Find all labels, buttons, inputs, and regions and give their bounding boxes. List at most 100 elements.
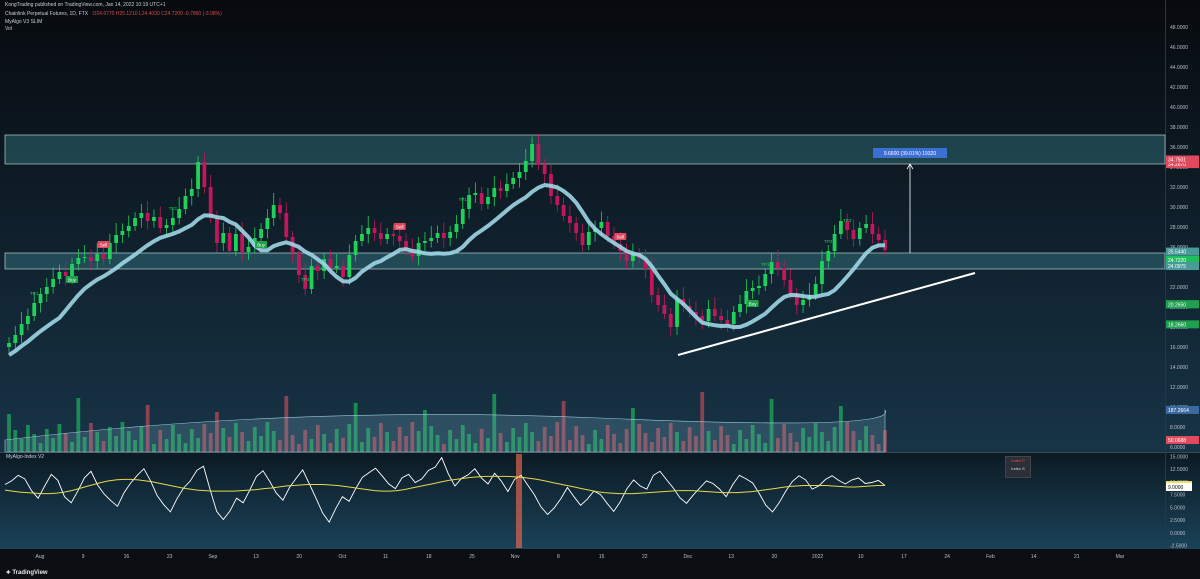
signal-label: Buy xyxy=(749,302,758,307)
candle-body xyxy=(95,254,100,261)
indicator-line-1[interactable]: MyAlgo V3 SLIM xyxy=(5,19,45,25)
time-tick-label: Aug xyxy=(36,554,45,560)
candle-body xyxy=(70,264,74,276)
candle-body xyxy=(227,233,232,251)
price-tick-label: 12.0000 xyxy=(1170,385,1188,391)
price-tick-label: 46.0000 xyxy=(1170,45,1188,51)
candle-body xyxy=(523,161,528,172)
resistance-zone-0 xyxy=(4,134,1166,165)
candle-body xyxy=(391,234,396,236)
candle-body xyxy=(454,224,459,232)
oscillator-title[interactable]: MyAlgo-Index V2 xyxy=(6,454,44,460)
candle-body xyxy=(152,217,156,221)
candle-body xyxy=(189,189,194,196)
candle-body xyxy=(712,309,717,316)
candle-body xyxy=(574,223,579,233)
publisher-text: KongTrading published on TradingView.com… xyxy=(5,2,166,8)
time-tick-label: 18 xyxy=(426,554,432,560)
candle-body xyxy=(675,299,679,327)
candle-body xyxy=(801,300,805,305)
candle-body xyxy=(763,274,768,286)
candle-body xyxy=(738,304,742,312)
symbol-text[interactable]: Chainlink Perpetual Futures, 1D, FTX xyxy=(5,11,88,17)
candle-body xyxy=(586,232,591,245)
signal-label: Sell xyxy=(617,235,625,240)
candle-body xyxy=(725,320,730,324)
candle-body xyxy=(857,228,862,239)
candle-body xyxy=(246,247,251,252)
candle-body xyxy=(511,178,516,184)
time-tick-label: 25 xyxy=(469,554,475,560)
candle-body xyxy=(145,213,150,221)
time-tick-label: Dec xyxy=(684,554,693,560)
candle-body xyxy=(334,266,339,268)
time-tick-label: 8 xyxy=(557,554,560,560)
symbol-line: Chainlink Perpetual Futures, 1D, FTX O24… xyxy=(5,11,225,17)
time-tick-label: Feb xyxy=(986,554,995,560)
candle-body xyxy=(706,309,711,321)
candle-body xyxy=(599,222,604,228)
time-tick-label: 24 xyxy=(944,554,950,560)
candle-body xyxy=(864,224,868,228)
candle-body xyxy=(536,144,541,165)
price-tick-label: 44.0000 xyxy=(1170,65,1188,71)
time-tick-label: 17 xyxy=(901,554,907,560)
price-tick-label: 6.0000 xyxy=(1170,445,1186,451)
take-profit-label: TP1 xyxy=(459,197,468,202)
candle-body xyxy=(259,229,263,238)
take-profit-label: TP2 xyxy=(824,239,833,244)
candle-body xyxy=(360,234,364,241)
candle-body xyxy=(870,224,875,234)
indicator-line-2[interactable]: Vol xyxy=(5,26,15,32)
osc-highlight-bar xyxy=(516,454,522,548)
chart-canvas[interactable]: 9.6600 (39.01%) 19320 Buy Sell Buy Sell Sell B… xyxy=(0,0,1200,579)
time-tick-label: 16 xyxy=(124,554,130,560)
osc-tick-label: 2.5000 xyxy=(1170,518,1186,524)
time-tick-label: 11 xyxy=(383,554,388,560)
time-tick-label: 15 xyxy=(599,554,605,560)
candle-body xyxy=(750,288,755,291)
candle-body xyxy=(183,196,188,209)
candle-body xyxy=(385,234,390,239)
time-tick-label: 9 xyxy=(82,554,85,560)
candle-body xyxy=(662,305,667,314)
candle-body xyxy=(139,213,144,218)
candle-body xyxy=(196,162,200,189)
candle-body xyxy=(278,205,282,213)
candle-body xyxy=(202,162,207,187)
signal-label: Buy xyxy=(257,243,266,248)
candle-body xyxy=(876,234,881,240)
candle-body xyxy=(101,254,106,259)
price-label: 187.2664 xyxy=(1168,408,1189,414)
signal-label: Sell xyxy=(396,225,404,230)
candle-body xyxy=(429,238,434,241)
indicator-name-myalgo[interactable]: MyAlgo V3 SLIM xyxy=(5,19,42,25)
candle-body xyxy=(32,303,37,316)
time-tick-label: Oct xyxy=(339,554,347,560)
candle-body xyxy=(467,195,471,209)
candle-body xyxy=(530,144,534,161)
price-tick-label: 28.0000 xyxy=(1170,225,1188,231)
indicator-name-vol[interactable]: Vol xyxy=(5,26,12,32)
candle-body xyxy=(832,234,837,251)
price-tick-label: 48.0000 xyxy=(1170,25,1188,31)
time-tick-label: Nov xyxy=(511,554,520,560)
candle-body xyxy=(19,324,24,335)
candle-body xyxy=(126,226,131,231)
chart-stage: 9.6600 (39.01%) 19320 Buy Sell Buy Sell Sell B… xyxy=(0,0,1200,579)
candle-body xyxy=(366,228,371,234)
candle-body xyxy=(769,262,774,274)
take-profit-label: TP1 xyxy=(761,262,770,267)
candle-body xyxy=(177,209,182,218)
time-tick-label: 2022 xyxy=(812,554,823,560)
price-tick-label: 32.0000 xyxy=(1170,185,1188,191)
price-tick-label: 16.0000 xyxy=(1170,345,1188,351)
candle-body xyxy=(133,218,137,226)
osc-tick-label: 0.0000 xyxy=(1170,531,1186,537)
candle-body xyxy=(7,343,11,347)
candle-body xyxy=(353,241,358,255)
candle-body xyxy=(44,287,49,294)
candle-body xyxy=(479,193,484,204)
candle-body xyxy=(555,196,560,205)
candle-body xyxy=(271,205,276,218)
